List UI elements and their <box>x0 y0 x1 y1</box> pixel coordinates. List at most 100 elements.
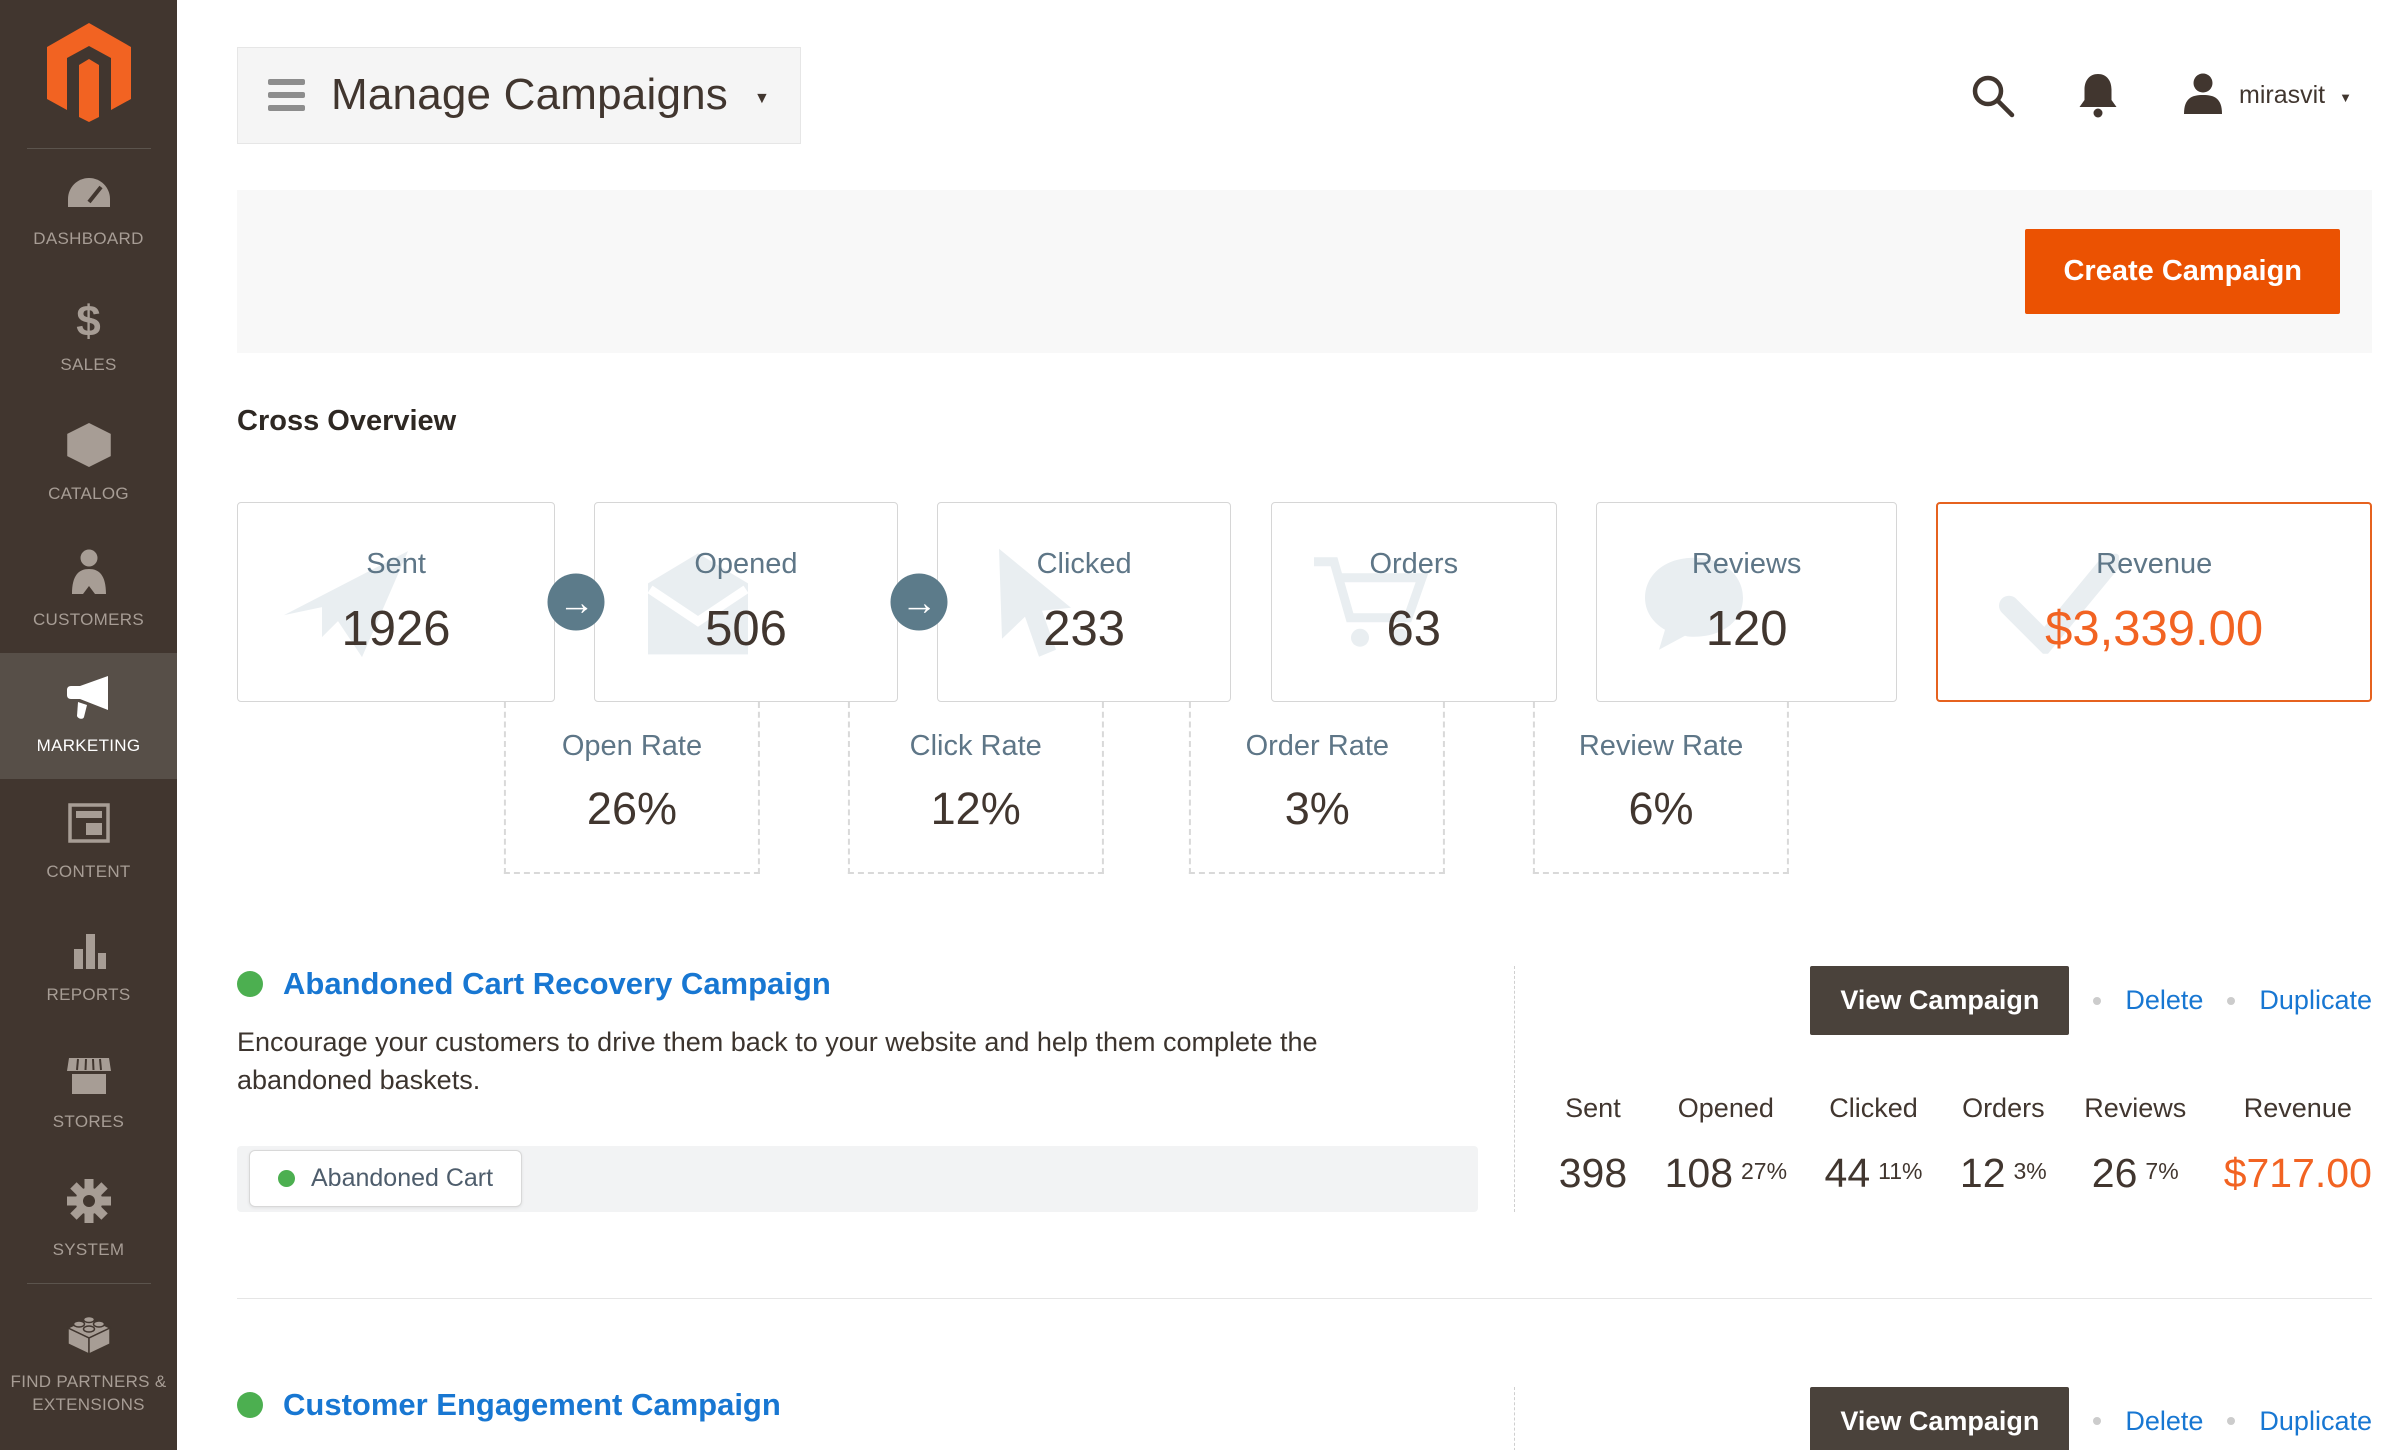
marketing-icon <box>64 674 114 725</box>
sidebar-item-system[interactable]: SYSTEM <box>0 1157 177 1283</box>
stat-card-label: Revenue <box>2096 548 2212 581</box>
stat-col-orders: Orders 123% <box>1960 1093 2047 1197</box>
user-account-menu[interactable]: mirasvit ▼ <box>2181 72 2352 119</box>
dot-separator <box>2093 997 2101 1005</box>
create-campaign-button[interactable]: Create Campaign <box>2025 229 2340 314</box>
sidebar-item-label: STORES <box>53 1111 124 1133</box>
sidebar-item-label: CUSTOMERS <box>33 609 144 631</box>
sidebar-item-catalog[interactable]: CATALOG <box>0 401 177 527</box>
page-toolbar: Create Campaign <box>237 190 2372 353</box>
chevron-down-icon: ▼ <box>754 90 770 108</box>
sidebar-item-label: CONTENT <box>46 861 130 883</box>
sidebar-item-customers[interactable]: CUSTOMERS <box>0 527 177 653</box>
extensions-brick-icon <box>64 1310 114 1361</box>
sidebar-item-label: CATALOG <box>48 483 129 505</box>
sidebar-item-content[interactable]: CONTENT <box>0 779 177 905</box>
delete-link[interactable]: Delete <box>2125 1406 2203 1437</box>
stat-card-clicked: Clicked 233 <box>937 502 1232 702</box>
status-dot <box>237 971 263 997</box>
menu-hamburger-icon <box>268 79 305 111</box>
campaign-row-customer-engagement: Customer Engagement Campaign View Campai… <box>237 1298 2372 1450</box>
cross-overview-heading: Cross Overview <box>237 405 2372 438</box>
campaign-actions: View Campaign Delete Duplicate <box>1551 1387 2372 1450</box>
sidebar-item-sales[interactable]: $ SALES <box>0 275 177 401</box>
view-campaign-button[interactable]: View Campaign <box>1810 1387 2069 1450</box>
customers-icon <box>67 548 111 599</box>
flow-arrow-icon: → <box>548 574 605 631</box>
stat-card-value: 233 <box>1043 601 1125 657</box>
stat-col-revenue: Revenue $717.00 <box>2224 1093 2372 1197</box>
rate-label: Click Rate <box>910 730 1042 763</box>
campaign-actions: View Campaign Delete Duplicate <box>1551 966 2372 1035</box>
stat-col-clicked: Clicked 4411% <box>1825 1093 1923 1197</box>
sidebar-item-dashboard[interactable]: DASHBOARD <box>0 149 177 275</box>
sidebar-item-label: DASHBOARD <box>33 228 143 250</box>
sidebar: DASHBOARD $ SALES CATALOG CUSTOMERS <box>0 0 177 1450</box>
campaign-title-link[interactable]: Abandoned Cart Recovery Campaign <box>283 966 831 1002</box>
campaign-tag-bar: Abandoned Cart <box>237 1146 1478 1212</box>
sidebar-item-stores[interactable]: STORES <box>0 1031 177 1157</box>
campaign-tag-pill: Abandoned Cart <box>249 1150 522 1207</box>
sidebar-item-marketing[interactable]: MARKETING <box>0 653 177 779</box>
stat-card-value: 1926 <box>342 601 451 657</box>
chevron-down-icon: ▼ <box>2339 90 2352 105</box>
dot-separator <box>2227 997 2235 1005</box>
rate-label: Open Rate <box>562 730 702 763</box>
page-title: Manage Campaigns <box>331 70 728 120</box>
sales-icon: $ <box>76 300 100 344</box>
stat-card-orders: Orders 63 <box>1271 502 1557 702</box>
stat-card-revenue: Revenue $3,339.00 <box>1936 502 2372 702</box>
notifications-bell-icon[interactable] <box>2077 71 2119 119</box>
sidebar-item-find-partners[interactable]: FIND PARTNERS & EXTENSIONS <box>0 1284 177 1442</box>
stat-card-sent: Sent 1926 <box>237 502 555 702</box>
stat-col-opened: Opened 10827% <box>1665 1093 1787 1197</box>
stat-col-sent: Sent 398 <box>1559 1093 1627 1197</box>
search-icon[interactable] <box>1969 72 2015 118</box>
sidebar-item-label: FIND PARTNERS & EXTENSIONS <box>8 1371 169 1415</box>
stat-card-label: Orders <box>1369 548 1458 581</box>
catalog-icon <box>66 422 112 473</box>
dashboard-icon <box>66 173 112 218</box>
flow-arrow-icon: → <box>891 574 948 631</box>
campaign-row-abandoned-cart: Abandoned Cart Recovery Campaign Encoura… <box>237 966 2372 1212</box>
cross-overview: Sent 1926 Opened 506 <box>237 502 2372 874</box>
campaign-title-link[interactable]: Customer Engagement Campaign <box>283 1387 781 1423</box>
stat-card-label: Sent <box>366 548 426 581</box>
stat-card-opened: Opened 506 <box>594 502 897 702</box>
campaign-stats-table: Sent 398 Opened 10827% Clicked 4411% O <box>1551 1093 2372 1197</box>
stat-col-reviews: Reviews 267% <box>2084 1093 2186 1197</box>
user-avatar-icon <box>2181 72 2225 119</box>
sidebar-item-label: MARKETING <box>37 735 141 757</box>
duplicate-link[interactable]: Duplicate <box>2259 985 2372 1016</box>
campaign-info: Customer Engagement Campaign <box>237 1387 1514 1450</box>
rate-value: 3% <box>1285 783 1350 835</box>
status-dot <box>237 1392 263 1418</box>
stores-icon <box>66 1054 112 1101</box>
tag-label: Abandoned Cart <box>311 1164 493 1193</box>
sidebar-item-reports[interactable]: REPORTS <box>0 905 177 1031</box>
duplicate-link[interactable]: Duplicate <box>2259 1406 2372 1437</box>
sidebar-item-label: REPORTS <box>47 984 131 1006</box>
page-title-dropdown[interactable]: Manage Campaigns ▼ <box>237 47 801 144</box>
rate-value: 6% <box>1629 783 1694 835</box>
dot-separator <box>2093 1417 2101 1425</box>
rate-label: Review Rate <box>1579 730 1743 763</box>
campaign-list: Abandoned Cart Recovery Campaign Encoura… <box>237 966 2372 1450</box>
view-campaign-button[interactable]: View Campaign <box>1810 966 2069 1035</box>
magento-logo[interactable] <box>0 0 177 148</box>
stat-card-label: Opened <box>694 548 797 581</box>
magento-logo-icon <box>45 21 133 128</box>
username: mirasvit <box>2239 81 2325 110</box>
rate-value: 26% <box>587 783 677 835</box>
stat-card-label: Reviews <box>1692 548 1802 581</box>
system-gear-icon <box>66 1178 112 1229</box>
rate-value: 12% <box>931 783 1021 835</box>
stat-card-label: Clicked <box>1037 548 1132 581</box>
campaign-info: Abandoned Cart Recovery Campaign Encoura… <box>237 966 1514 1212</box>
campaign-description: Encourage your customers to drive them b… <box>237 1024 1397 1100</box>
rate-label: Order Rate <box>1246 730 1389 763</box>
overview-cards-row: Sent 1926 Opened 506 <box>237 502 2372 702</box>
delete-link[interactable]: Delete <box>2125 985 2203 1016</box>
stat-card-value: 506 <box>705 601 787 657</box>
header-actions: mirasvit ▼ <box>1969 71 2352 119</box>
